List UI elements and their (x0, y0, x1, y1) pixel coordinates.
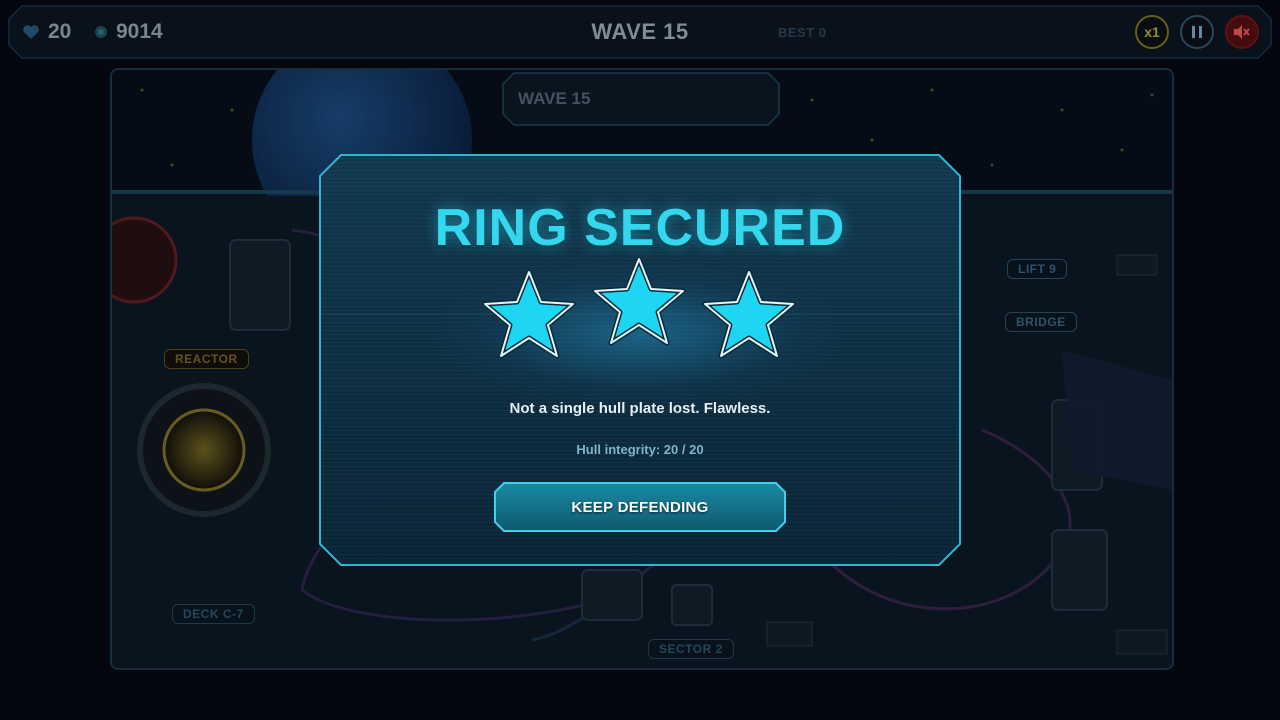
star-icon (702, 269, 796, 359)
star-icon (482, 269, 576, 359)
dialog-message: Not a single hull plate lost. Flawless. (509, 400, 771, 417)
button-label: KEEP DEFENDING (571, 498, 709, 516)
dialog-title: RING SECURED (434, 199, 846, 257)
keep-defending-button[interactable]: KEEP DEFENDING (494, 482, 786, 532)
star-icon (592, 256, 686, 346)
victory-dialog: RING SECURED Not a single hull plate los… (319, 154, 961, 566)
hull-integrity: Hull integrity: 20 / 20 (576, 442, 704, 457)
